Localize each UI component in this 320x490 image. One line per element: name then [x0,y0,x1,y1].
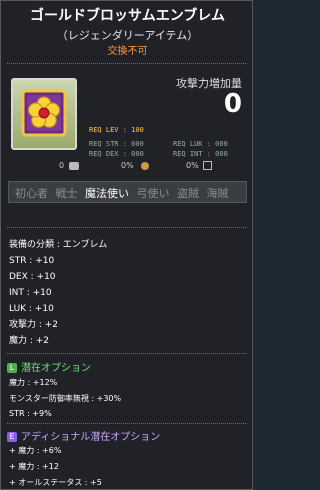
potential-line: STR : +9% [9,409,52,418]
legendary-potential-icon: L [7,363,17,373]
stat-luk: LUK : +10 [9,304,54,314]
flag-count: 0 [59,161,65,170]
job-magician: 魔法使い [85,187,129,200]
stat-dex: DEX : +10 [9,272,56,282]
job-requirement-bar: 初心者 戦士 魔法使い 弓使い 盗賊 海賊 [8,181,247,203]
gem-icon [141,162,149,170]
epic-potential-icon: E [7,432,17,442]
job-warrior: 戦士 [55,187,78,200]
req-str: REQ STR : 000 [89,140,144,148]
req-level: REQ LEV : 100 [89,126,144,134]
divider [7,63,246,64]
potential-line: 魔力 : +12% [9,378,58,387]
item-title: ゴールドブロッサムエンブレム [29,8,226,24]
item-icon-frame [11,78,77,150]
flag-percent-2: 0% [186,161,199,170]
additional-potential-title: アディショナル潜在オプション [21,432,161,443]
job-pirate: 海賊 [206,187,229,200]
additional-potential-text: 魔力 : +12 [18,462,59,471]
additional-potential-line: + 魔力 : +12 [9,462,59,471]
additional-potential-text: 魔力 : +6% [18,446,62,455]
equip-type: 装備の分類 : エンブレム [9,240,108,250]
scissors-icon [69,162,79,170]
untradable-label: 交換不可 [107,46,148,57]
shield-icon [203,161,212,170]
req-luk: REQ LUK : 000 [173,140,228,148]
job-beginner: 初心者 [15,187,48,200]
attack-increase-value: 0 [223,89,242,119]
item-flags-row: 0 0% 0% [1,161,254,175]
item-stats: 装備の分類 : エンブレム STR : +10 DEX : +10 INT : … [9,237,209,349]
additional-potential-line: + 魔力 : +6% [9,446,62,455]
stat-attack: 攻撃力 : +2 [9,320,59,330]
stat-magic-attack: 魔力 : +2 [9,336,50,346]
stat-int: INT : +10 [9,288,52,298]
flag-percent-1: 0% [121,161,134,170]
potential-header: L 潜在オプション [7,359,91,374]
stat-str: STR : +10 [9,256,55,266]
job-bowman: 弓使い [136,187,170,200]
divider [7,353,246,354]
req-int: REQ INT : 000 [173,150,228,158]
potential-title: 潜在オプション [21,363,91,374]
gold-blossom-emblem-icon [21,89,67,137]
item-rarity: （レジェンダリーアイテム） [56,29,199,42]
additional-potential-header: E アディショナル潜在オプション [7,428,160,443]
additional-potential-text: オールステータス : +5 [18,478,102,487]
potential-line: モンスター防御率無視 : +30% [9,394,122,403]
job-thief: 盗賊 [177,187,199,200]
req-dex: REQ DEX : 000 [89,150,144,158]
additional-potential-line: + オールステータス : +5 [9,478,102,487]
divider [7,227,246,228]
divider [7,423,246,424]
item-tooltip: ゴールドブロッサムエンブレム （レジェンダリーアイテム） 交換不可 攻撃力増加量… [0,0,253,490]
